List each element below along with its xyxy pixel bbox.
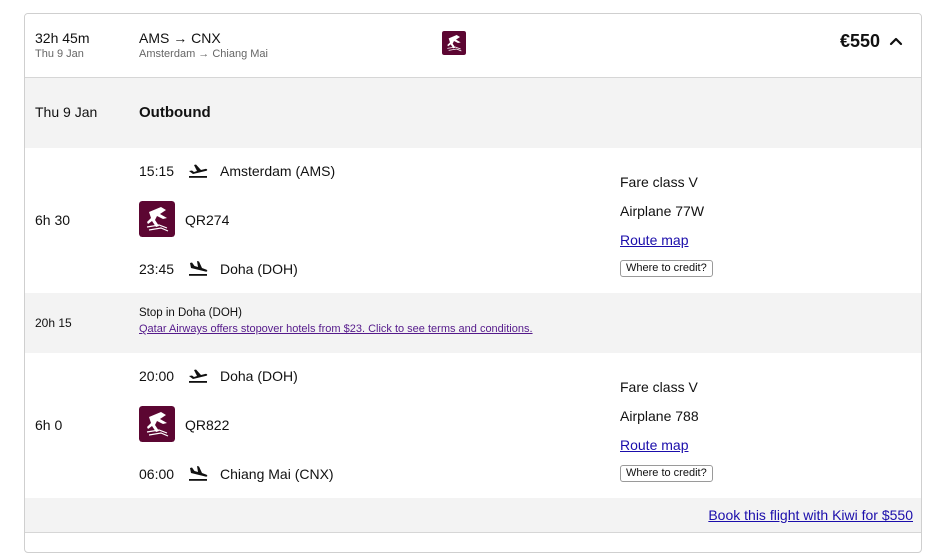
flight-segment: 6h 0 20:00 Doha (DOH) QR822 06:00 Chiang… <box>25 353 921 498</box>
segment-duration: 6h 0 <box>35 417 63 433</box>
arrival-time: 23:45 <box>139 261 175 277</box>
departure-airport: Doha (DOH) <box>220 368 298 384</box>
airplane-type: Airplane 788 <box>620 408 699 424</box>
flight-number: QR822 <box>185 417 230 433</box>
outbound-date: Thu 9 Jan <box>35 104 98 120</box>
departure-time: 15:15 <box>139 163 175 179</box>
where-to-credit-button[interactable]: Where to credit? <box>620 260 713 277</box>
summary-route: AMS → CNX <box>139 30 221 46</box>
flight-card: 32h 45m Thu 9 Jan AMS → CNX Amsterdam → … <box>24 13 922 553</box>
arrival-airport: Doha (DOH) <box>220 261 298 277</box>
fare-class: Fare class V <box>620 174 698 190</box>
takeoff-icon <box>188 162 208 178</box>
airline-logo-icon <box>442 31 466 55</box>
takeoff-icon <box>188 367 208 383</box>
layover-info: 20h 15 Stop in Doha (DOH) Qatar Airways … <box>25 293 921 353</box>
stopover-hotels-link[interactable]: Qatar Airways offers stopover hotels fro… <box>139 323 533 335</box>
landing-icon <box>188 260 208 276</box>
route-map-link[interactable]: Route map <box>620 437 688 453</box>
outbound-title: Outbound <box>139 104 211 121</box>
segment-duration: 6h 30 <box>35 212 71 228</box>
layover-title: Stop in Doha (DOH) <box>139 307 242 319</box>
landing-icon <box>188 465 208 481</box>
arrival-airport: Chiang Mai (CNX) <box>220 466 334 482</box>
airline-logo-icon <box>139 406 175 442</box>
departure-airport: Amsterdam (AMS) <box>220 163 336 179</box>
arrival-time: 06:00 <box>139 466 175 482</box>
fare-class: Fare class V <box>620 379 698 395</box>
total-duration: 32h 45m <box>35 30 90 46</box>
route-map-link[interactable]: Route map <box>620 232 688 248</box>
flight-summary[interactable]: 32h 45m Thu 9 Jan AMS → CNX Amsterdam → … <box>25 14 921 78</box>
outbound-header: Thu 9 Jan Outbound <box>25 78 921 148</box>
summary-date: Thu 9 Jan <box>35 48 84 60</box>
chevron-up-icon[interactable] <box>887 32 905 50</box>
price: €550 <box>839 31 880 51</box>
airline-logo-icon <box>139 201 175 237</box>
layover-duration: 20h 15 <box>35 316 72 330</box>
departure-time: 20:00 <box>139 368 175 384</box>
airplane-type: Airplane 77W <box>620 203 705 219</box>
flight-number: QR274 <box>185 212 230 228</box>
flight-segment: 6h 30 15:15 Amsterdam (AMS) QR274 23:45 … <box>25 148 921 293</box>
booking-footer: Book this flight with Kiwi for $550 <box>25 498 921 533</box>
where-to-credit-button[interactable]: Where to credit? <box>620 465 713 482</box>
book-flight-link[interactable]: Book this flight with Kiwi for $550 <box>708 507 913 523</box>
summary-route-full: Amsterdam → Chiang Mai <box>139 48 268 60</box>
